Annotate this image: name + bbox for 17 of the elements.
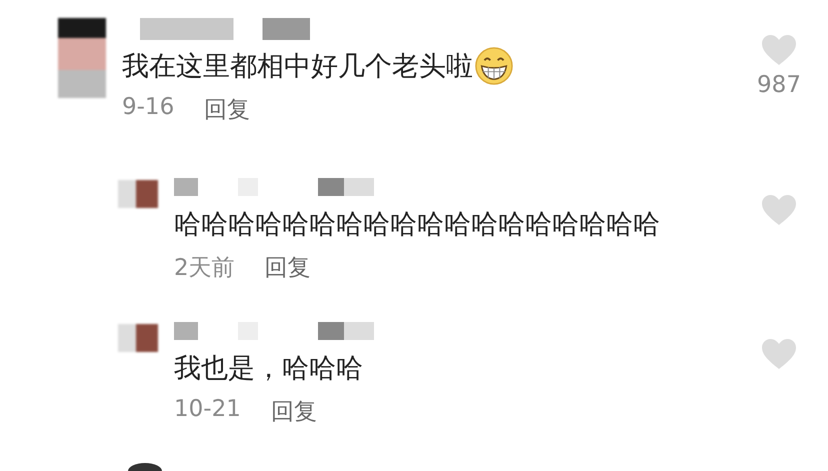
comment-date: 2天前 — [174, 254, 235, 283]
blurred-avatar[interactable] — [118, 324, 158, 352]
comment-date: 9-16 — [122, 94, 174, 122]
blurred-username[interactable] — [174, 178, 374, 196]
reply-link[interactable]: 回复 — [264, 252, 311, 288]
comment-date: 10-21 — [174, 396, 241, 424]
comment-text: 哈哈哈哈哈哈哈哈哈哈哈哈哈哈哈哈哈哈 — [174, 208, 660, 242]
blurred-username[interactable] — [140, 18, 310, 40]
blurred-username[interactable] — [174, 322, 374, 340]
comment-text: 我在这里都相中好几个老头啦 — [122, 50, 473, 84]
blurred-avatar[interactable] — [58, 18, 106, 98]
comment-text: 我也是，哈哈哈 — [174, 352, 363, 386]
avatar — [128, 463, 162, 471]
reply-link[interactable]: 回复 — [270, 396, 317, 432]
blurred-avatar[interactable] — [118, 180, 158, 208]
like-count: 987 — [757, 72, 801, 98]
reply-link[interactable]: 回复 — [204, 94, 250, 130]
